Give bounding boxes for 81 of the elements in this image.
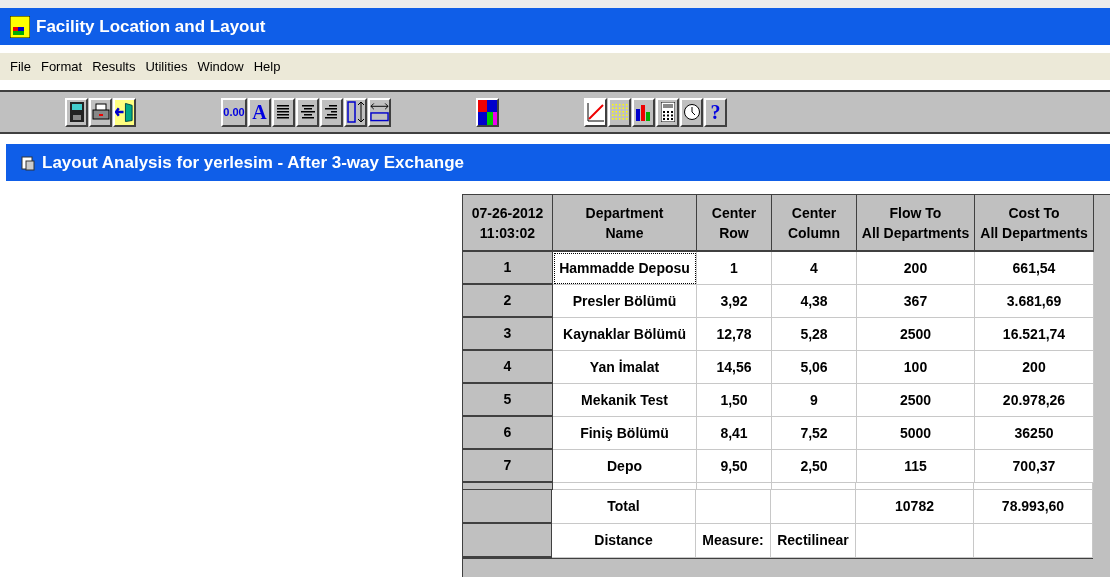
format-button[interactable]: 0.00 <box>221 97 247 127</box>
format-button[interactable]: A <box>248 97 271 127</box>
table-cell: 78.993,60 <box>974 490 1093 524</box>
table-cell: Hammadde Deposu <box>553 252 697 285</box>
column-header: Cost To All Departments <box>980 203 1088 243</box>
table-cell: Presler Bölümü <box>553 285 697 318</box>
table-cell: 9,50 <box>697 450 772 483</box>
table-cell: 2500 <box>857 318 975 351</box>
row-header: 4 <box>463 351 553 384</box>
table-cell: 2500 <box>857 384 975 417</box>
row-header: 1 <box>463 252 553 285</box>
table-cell: 100 <box>857 351 975 384</box>
table-cell: 5000 <box>857 417 975 450</box>
table-cell: 1,50 <box>697 384 772 417</box>
menu-item[interactable]: Utilities <box>145 56 188 77</box>
align-right-icon[interactable] <box>324 105 339 119</box>
table-cell: Rectilinear <box>771 524 856 558</box>
table-cell: 3.681,69 <box>975 285 1094 318</box>
table-cell: 200 <box>975 351 1094 384</box>
table-cell: Distance <box>552 524 696 558</box>
table-cell: 7,52 <box>772 417 857 450</box>
menu-item[interactable]: Window <box>197 56 244 77</box>
line-chart-icon[interactable] <box>586 102 605 122</box>
door-exit-icon[interactable] <box>115 101 134 123</box>
color-grid-icon[interactable] <box>478 99 497 125</box>
window-title: Facility Location and Layout <box>36 15 266 38</box>
table-cell: 3,92 <box>697 285 772 318</box>
format-button[interactable]: ? <box>704 97 727 127</box>
table-cell: 4 <box>772 252 857 285</box>
row-header: 6 <box>463 417 553 450</box>
table-cell: 10782 <box>856 490 974 524</box>
column-header: Department Name <box>585 203 664 243</box>
table-cell: 4,38 <box>772 285 857 318</box>
row-header: 2 <box>463 285 553 318</box>
row-header: 7 <box>463 450 553 483</box>
table-cell: Measure: <box>696 524 771 558</box>
menu-item[interactable]: Help <box>253 56 281 77</box>
table-cell: 661,54 <box>975 252 1094 285</box>
table-cell: Kaynaklar Bölümü <box>553 318 697 351</box>
table-cell: 16.521,74 <box>975 318 1094 351</box>
menu-item[interactable]: Results <box>92 56 136 77</box>
table-cell: Depo <box>553 450 697 483</box>
align-center-icon[interactable] <box>300 105 315 119</box>
table-cell: Mekanik Test <box>553 384 697 417</box>
row-header: 3 <box>463 318 553 351</box>
menu-item[interactable]: File <box>10 56 31 77</box>
clock-icon[interactable] <box>682 103 701 121</box>
column-header: Center Row <box>711 203 757 243</box>
document-title: Layout Analysis for yerlesim - After 3-way Exchange <box>42 151 464 174</box>
table-cell: 12,78 <box>697 318 772 351</box>
table-cell: 36250 <box>975 417 1094 450</box>
dot-grid-icon[interactable] <box>610 102 629 122</box>
date-time: 07-26-2012 11:03:02 <box>471 203 544 243</box>
align-left-icon[interactable] <box>276 105 291 119</box>
table-cell: 8,41 <box>697 417 772 450</box>
table-cell: 115 <box>857 450 975 483</box>
table-cell: Finiş Bölümü <box>553 417 697 450</box>
table-cell: 5,06 <box>772 351 857 384</box>
table-cell: 5,28 <box>772 318 857 351</box>
bar-chart-icon[interactable] <box>634 103 653 121</box>
app-icon <box>10 15 30 38</box>
floppy-icon[interactable] <box>69 102 84 122</box>
menu-item[interactable]: Format <box>40 56 83 77</box>
table-cell: 367 <box>857 285 975 318</box>
column-header: Center Column <box>787 203 841 243</box>
table-cell: 14,56 <box>697 351 772 384</box>
table-cell: Total <box>552 490 696 524</box>
table-cell: 700,37 <box>975 450 1094 483</box>
table-cell: Yan İmalat <box>553 351 697 384</box>
document-icon <box>20 154 36 171</box>
table-cell: 9 <box>772 384 857 417</box>
row-header: 5 <box>463 384 553 417</box>
table-cell: 20.978,26 <box>975 384 1094 417</box>
printer-icon[interactable] <box>91 103 110 121</box>
table-cell: 1 <box>697 252 772 285</box>
row-height-icon[interactable] <box>346 100 365 124</box>
column-header: Flow To All Departments <box>861 203 970 243</box>
calculator-icon[interactable] <box>660 102 675 122</box>
table-cell: 2,50 <box>772 450 857 483</box>
table-cell: 200 <box>857 252 975 285</box>
column-width-icon[interactable] <box>370 101 389 123</box>
